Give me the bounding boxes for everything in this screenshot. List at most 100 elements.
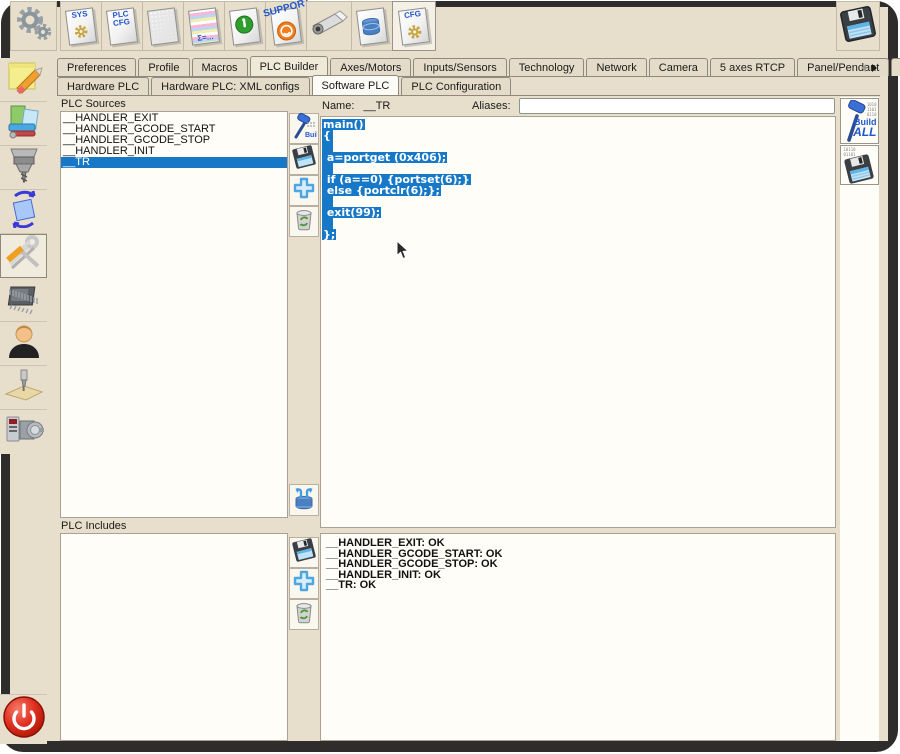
plc-sources-list[interactable]: __HANDLER_EXIT __HANDLER_GCODE_START __H… <box>60 111 288 518</box>
tab-technology[interactable]: Technology <box>509 58 585 76</box>
info-doc-icon <box>229 7 261 45</box>
rotate-axes-icon <box>5 190 43 233</box>
toolbar-database-button[interactable] <box>351 1 393 51</box>
tab-hardware-plc[interactable]: Hardware PLC <box>57 77 149 95</box>
toolbar-item-label: SUPPORT <box>262 0 312 19</box>
tab-hardware[interactable]: Hardware <box>891 58 900 76</box>
tab-plc-configuration[interactable]: PLC Configuration <box>401 77 511 95</box>
name-label: Name: <box>322 100 354 112</box>
support-phone-icon <box>275 19 298 46</box>
save-source-button[interactable] <box>289 144 319 175</box>
toolbar-info-button[interactable] <box>224 1 266 51</box>
build-all-button[interactable]: 101011010110 Build ALL <box>840 98 879 144</box>
tab-inputs-sensors[interactable]: Inputs/Sensors <box>413 58 506 76</box>
toolbar-item-label: SYS <box>67 9 92 20</box>
text-doc-icon <box>147 7 179 45</box>
plus-icon <box>292 176 316 205</box>
toolbar-camera-button[interactable] <box>306 1 352 51</box>
note-edit-icon <box>5 58 43 101</box>
gold-gear-icon <box>73 23 90 45</box>
sidebar-item-user[interactable] <box>0 322 47 366</box>
tab-axes-motors[interactable]: Axes/Motors <box>330 58 411 76</box>
toolbar-sys-button[interactable]: SYS <box>60 1 102 51</box>
toolbar-macros-button[interactable]: Σ=... <box>183 1 225 51</box>
tab-preferences[interactable]: Preferences <box>57 58 136 76</box>
tab-profile[interactable]: Profile <box>138 58 189 76</box>
plc-includes-list[interactable] <box>60 533 288 741</box>
trash-icon <box>292 600 316 629</box>
sidebar-item-spindle[interactable] <box>0 146 47 190</box>
tab-scroll-right-icon[interactable] <box>869 60 880 75</box>
gears-icon <box>15 5 53 48</box>
tab-5-axes-rtcp[interactable]: 5 axes RTCP <box>710 58 795 76</box>
plc-cfg-doc-icon: PLC CFG <box>106 7 138 45</box>
floppy-save-icon <box>840 6 876 47</box>
sidebar-item-engraving[interactable] <box>0 366 47 410</box>
main-tab-bar: Preferences Profile Macros PLC Builder A… <box>57 58 880 77</box>
delete-source-button[interactable] <box>289 206 319 237</box>
info-sphere-icon <box>234 13 256 39</box>
plc-includes-title: PLC Includes <box>61 520 126 532</box>
support-doc-icon: SUPPORT <box>270 7 302 45</box>
plc-source-item[interactable]: __HANDLER_INIT <box>61 146 287 157</box>
sidebar-item-rotate-axes[interactable] <box>0 190 47 234</box>
build-all-hammer-icon: 101011010110 Build ALL <box>843 100 877 142</box>
add-include-button[interactable] <box>289 568 319 599</box>
aliases-input[interactable] <box>519 98 835 114</box>
export-source-button[interactable] <box>289 484 319 516</box>
application-window: SYS PLC CFG Σ=... SUPPORT <box>0 0 900 754</box>
sidebar-item-motor[interactable] <box>0 410 47 454</box>
tab-plc-builder[interactable]: PLC Builder <box>250 56 329 76</box>
toolbar-save-button[interactable] <box>836 1 880 51</box>
source-name-label: Name: __TR <box>322 100 390 112</box>
plus-icon <box>292 569 316 598</box>
unpack-arrows-icon <box>292 485 316 516</box>
database-cylinder-icon <box>360 15 383 42</box>
camera-icon <box>309 9 349 44</box>
power-button[interactable] <box>0 694 47 744</box>
plc-sources-title: PLC Sources <box>61 98 126 110</box>
toolbar-text-doc-button[interactable] <box>142 1 184 51</box>
sidebar-item-library[interactable] <box>0 102 47 146</box>
build-output-log: __HANDLER_EXIT: OK __HANDLER_GCODE_START… <box>320 533 836 741</box>
code-line: a=portget (0x406); <box>322 152 447 163</box>
database-doc-icon <box>356 7 388 45</box>
delete-include-button[interactable] <box>289 599 319 630</box>
tab-network[interactable]: Network <box>586 58 646 76</box>
toolbar-support-button[interactable]: SUPPORT <box>265 1 307 51</box>
plc-code-editor[interactable]: main() { a=portget (0x406); if (a==0) {p… <box>320 116 836 528</box>
add-source-button[interactable] <box>289 175 319 206</box>
tab-scroll-left-icon[interactable] <box>858 60 869 75</box>
tab-hardware-plc-xml[interactable]: Hardware PLC: XML configs <box>151 77 309 95</box>
svg-text:Build: Build <box>305 132 317 139</box>
save-all-button[interactable]: 1011001101 <box>840 145 879 185</box>
mouse-cursor <box>396 240 410 265</box>
tab-scroll-arrows <box>858 60 880 75</box>
toolbar-plc-cfg-button[interactable]: PLC CFG <box>101 1 143 51</box>
sidebar-item-notes[interactable] <box>0 58 47 102</box>
binary-decoration: 101011010110 <box>867 102 877 117</box>
floppy-binary-icon: 1011001101 <box>843 147 877 183</box>
build-output-line: __HANDLER_GCODE_STOP: OK <box>326 559 830 570</box>
save-include-button[interactable] <box>289 537 319 568</box>
build-source-button[interactable]: Build <box>289 113 319 144</box>
code-line: { <box>322 130 333 141</box>
toolbar-cfg-button[interactable]: CFG <box>392 1 436 51</box>
plc-source-item-selected[interactable]: __TR <box>61 157 287 168</box>
plc-builder-sub-tab-bar: Hardware PLC Hardware PLC: XML configs S… <box>57 77 880 96</box>
sidebar-item-hardware-chip[interactable] <box>0 278 47 322</box>
aliases-label: Aliases: <box>472 100 511 112</box>
cfg-doc-icon: CFG <box>398 7 430 45</box>
sidebar-item-settings[interactable] <box>0 234 47 278</box>
sys-doc-icon: SYS <box>65 7 97 45</box>
trash-icon <box>292 207 316 236</box>
settings-gears-button[interactable] <box>10 1 57 51</box>
chip-hardware-icon <box>4 279 44 320</box>
build-column-background <box>840 97 879 741</box>
tab-software-plc[interactable]: Software PLC <box>312 75 400 95</box>
code-line: }; <box>322 229 336 240</box>
tab-macros[interactable]: Macros <box>192 58 248 76</box>
tab-camera[interactable]: Camera <box>649 58 708 76</box>
macro-doc-icon: Σ=... <box>188 7 220 45</box>
tools-settings-icon <box>4 234 44 279</box>
